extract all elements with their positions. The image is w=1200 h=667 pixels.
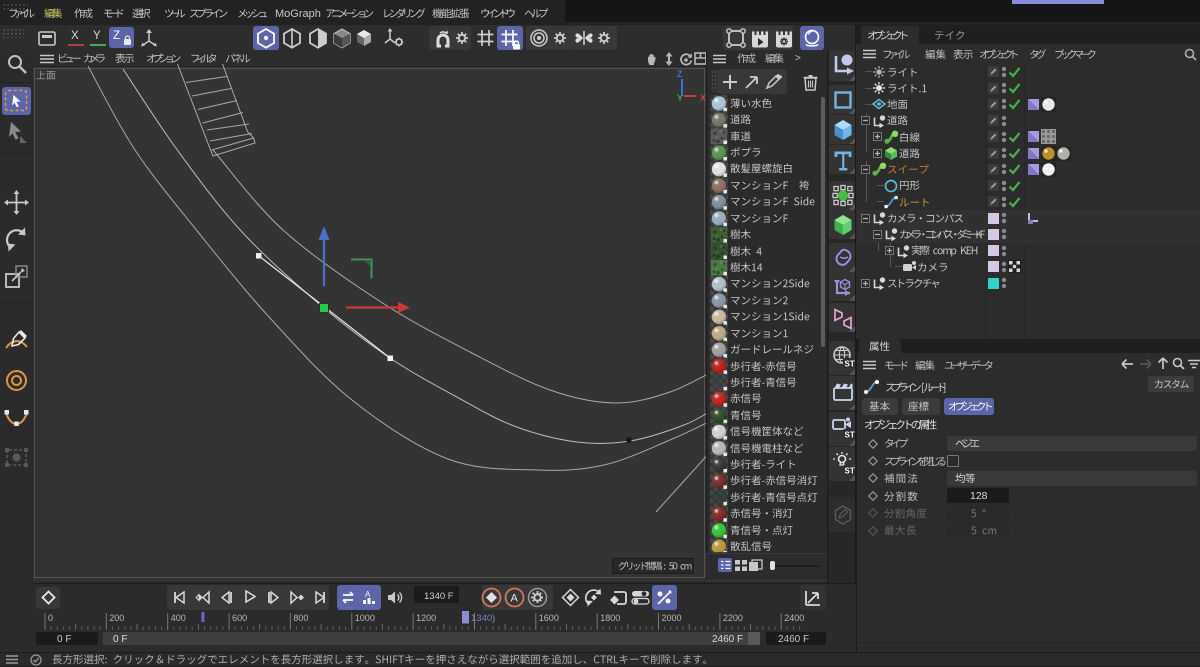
svg-text:Y: Y (677, 93, 683, 103)
svg-text:ST: ST (845, 431, 855, 440)
svg-text:ST: ST (845, 360, 855, 369)
svg-text:200: 200 (109, 613, 124, 623)
svg-text:600: 600 (232, 613, 247, 623)
svg-text:800: 800 (293, 613, 308, 623)
svg-text:0: 0 (48, 613, 53, 623)
svg-text:2200: 2200 (723, 613, 743, 623)
svg-text:Z: Z (677, 69, 683, 79)
svg-text:1000: 1000 (355, 613, 375, 623)
svg-text:2000: 2000 (662, 613, 682, 623)
svg-text:1800: 1800 (600, 613, 620, 623)
svg-text:ST: ST (845, 467, 855, 476)
svg-text:): ) (492, 613, 495, 624)
svg-text:A: A (511, 593, 519, 605)
svg-text:A: A (365, 590, 371, 599)
svg-text:2400: 2400 (784, 613, 804, 623)
svg-text:1200: 1200 (416, 613, 436, 623)
svg-text:1340: 1340 (471, 613, 492, 624)
svg-text:1600: 1600 (539, 613, 559, 623)
svg-text:400: 400 (171, 613, 186, 623)
